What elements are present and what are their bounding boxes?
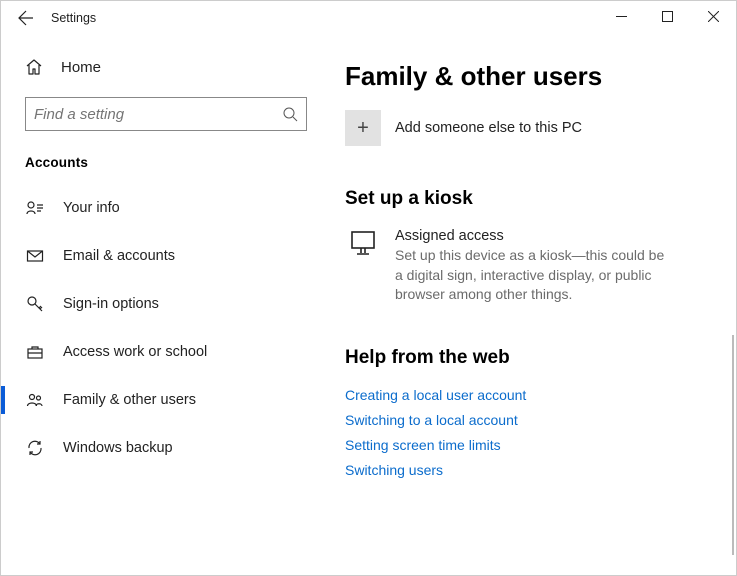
close-icon: [708, 11, 719, 22]
window-title: Settings: [51, 11, 96, 25]
search-input-container[interactable]: [25, 97, 307, 131]
briefcase-icon: [25, 343, 45, 361]
add-user-label: Add someone else to this PC: [395, 120, 582, 136]
help-heading: Help from the web: [345, 347, 708, 369]
sidebar-item-label: Your info: [63, 200, 120, 216]
sidebar-item-label: Sign-in options: [63, 296, 159, 312]
help-link-switching-users[interactable]: Switching users: [345, 462, 708, 478]
mail-icon: [25, 247, 45, 265]
sidebar: Home Accounts Your info Email & accounts: [1, 35, 321, 575]
sidebar-item-label: Family & other users: [63, 392, 196, 408]
sidebar-item-your-info[interactable]: Your info: [1, 184, 321, 232]
sidebar-item-label: Access work or school: [63, 344, 207, 360]
scrollbar[interactable]: [732, 335, 734, 555]
sidebar-item-windows-backup[interactable]: Windows backup: [1, 424, 321, 472]
kiosk-title: Assigned access: [395, 228, 675, 244]
sidebar-item-email-accounts[interactable]: Email & accounts: [1, 232, 321, 280]
maximize-icon: [662, 11, 673, 22]
minimize-icon: [616, 11, 627, 22]
home-icon: [25, 58, 43, 76]
sidebar-item-label: Windows backup: [63, 440, 173, 456]
plus-icon: +: [345, 110, 381, 146]
sidebar-item-access-work-school[interactable]: Access work or school: [1, 328, 321, 376]
help-link-screen-time[interactable]: Setting screen time limits: [345, 437, 708, 453]
arrow-left-icon: [18, 10, 34, 26]
search-icon: [282, 106, 298, 122]
close-button[interactable]: [690, 1, 736, 31]
kiosk-heading: Set up a kiosk: [345, 188, 708, 210]
maximize-button[interactable]: [644, 1, 690, 31]
assigned-access-button[interactable]: Assigned access Set up this device as a …: [345, 228, 708, 305]
minimize-button[interactable]: [598, 1, 644, 31]
page-title: Family & other users: [345, 61, 708, 92]
people-icon: [25, 391, 45, 409]
home-label: Home: [61, 59, 101, 76]
sync-icon: [25, 439, 45, 457]
key-icon: [25, 295, 45, 313]
sidebar-section-title: Accounts: [25, 155, 321, 170]
add-user-button[interactable]: + Add someone else to this PC: [345, 110, 708, 146]
window-buttons: [598, 1, 736, 31]
titlebar: Settings: [1, 1, 736, 35]
home-link[interactable]: Home: [1, 47, 321, 87]
help-link-local-user[interactable]: Creating a local user account: [345, 387, 708, 403]
help-link-switch-local[interactable]: Switching to a local account: [345, 412, 708, 428]
search-input[interactable]: [34, 106, 282, 123]
sidebar-item-label: Email & accounts: [63, 248, 175, 264]
person-card-icon: [25, 199, 45, 217]
sidebar-item-signin-options[interactable]: Sign-in options: [1, 280, 321, 328]
back-button[interactable]: [11, 3, 41, 33]
main-content: Family & other users + Add someone else …: [321, 35, 736, 575]
help-links: Creating a local user account Switching …: [345, 387, 708, 478]
sidebar-item-family-other-users[interactable]: Family & other users: [1, 376, 321, 424]
monitor-icon: [345, 228, 381, 264]
kiosk-description: Set up this device as a kiosk—this could…: [395, 246, 675, 305]
